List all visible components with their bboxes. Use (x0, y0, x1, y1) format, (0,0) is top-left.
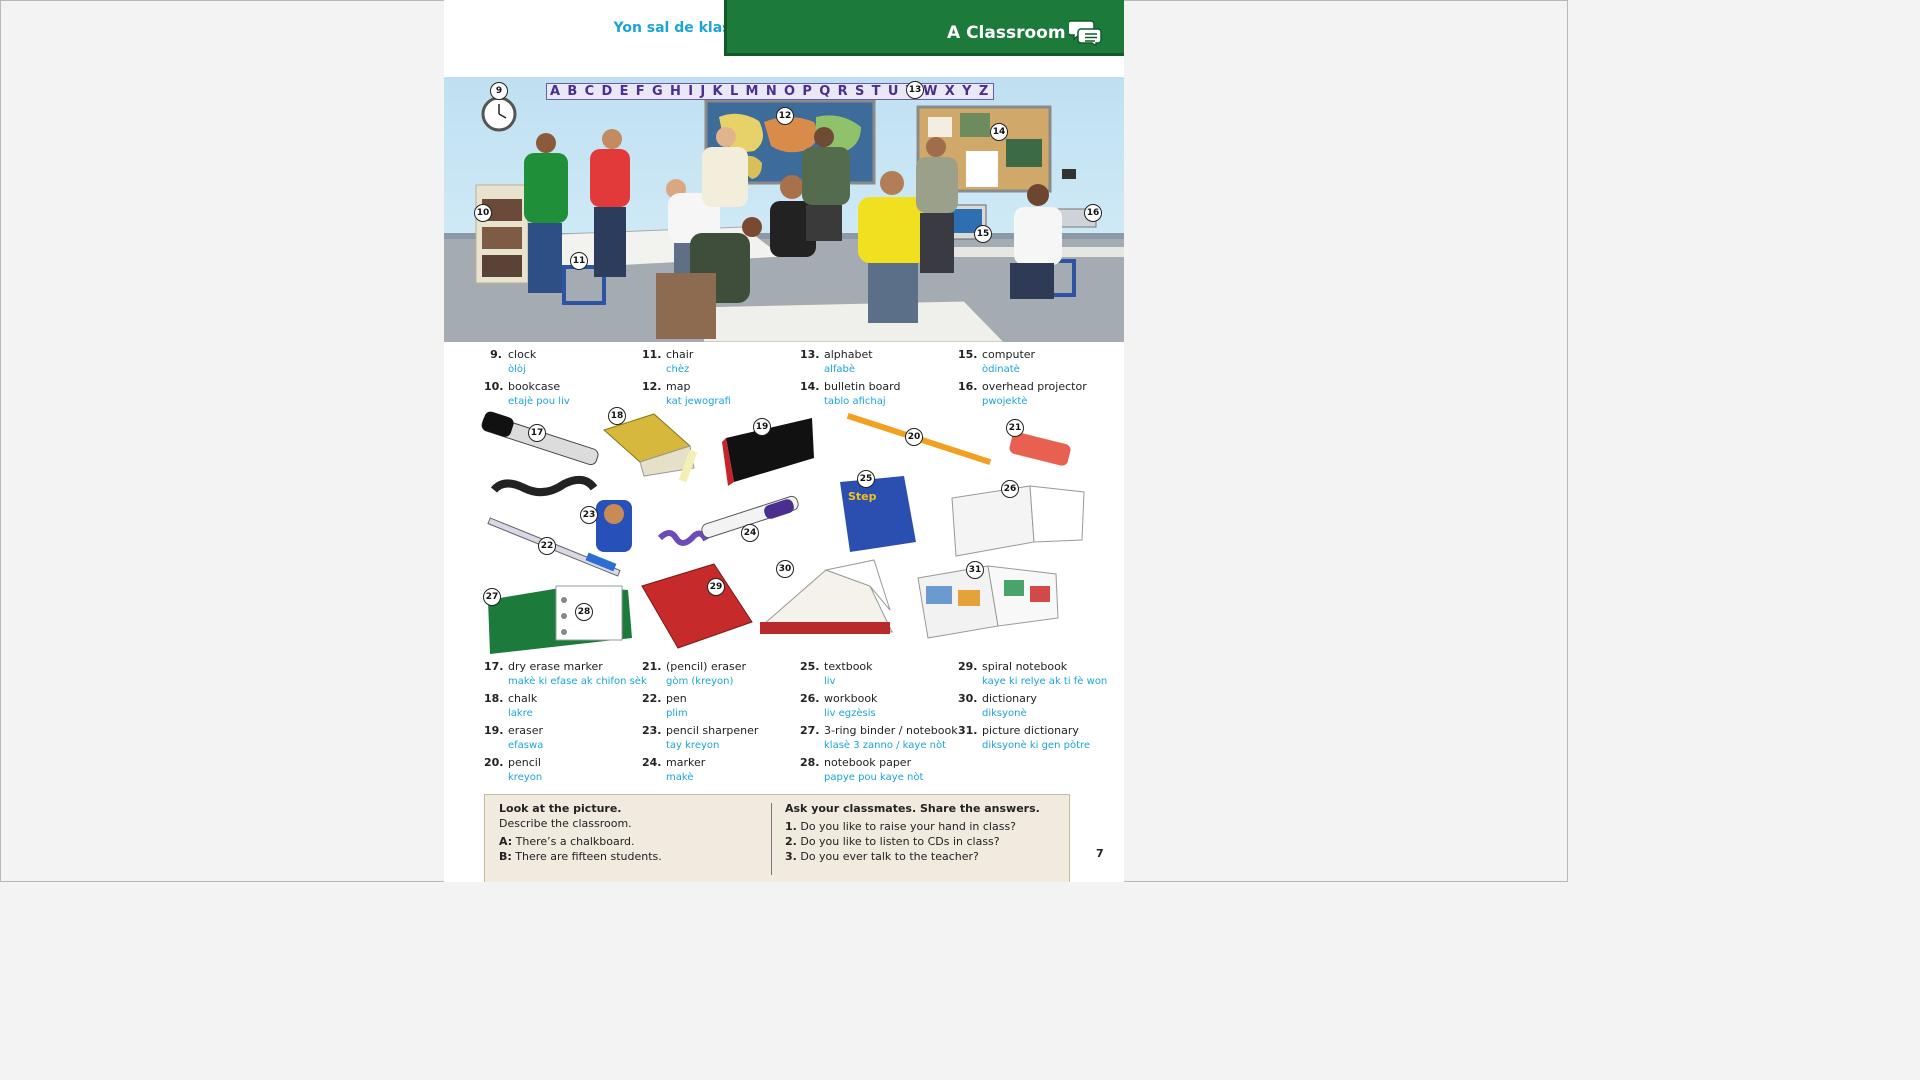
activity-box: Look at the picture. Describe the classr… (484, 794, 1070, 882)
callout-12: 12 (776, 107, 794, 125)
workbook-image (951, 485, 1085, 557)
callout-13: 13 (906, 81, 924, 99)
callout-27: 27 (483, 588, 501, 606)
callout-18: 18 (608, 407, 626, 425)
page-title: A Classroom (947, 23, 1066, 43)
callout-21: 21 (1006, 419, 1024, 437)
speaker-a-text: There’s a chalkboard. (515, 835, 635, 848)
box-divider (771, 803, 772, 875)
speaker-b-text: There are fifteen students. (515, 850, 662, 863)
callout-19: 19 (753, 418, 771, 436)
ask-heading: Ask your classmates. Share the answers. (785, 802, 1040, 815)
textbook-image: Step (840, 476, 916, 552)
callout-20: 20 (905, 428, 923, 446)
callout-14: 14 (990, 123, 1008, 141)
textbook-page: Yon sal de klas A Classroom A B C D E F … (444, 0, 1124, 882)
callout-17: 17 (528, 424, 546, 442)
callout-10: 10 (474, 204, 492, 222)
classroom-illustration: A B C D E F G H I J K L M N O P Q R S T … (444, 77, 1124, 342)
look-at-picture-section: Look at the picture. Describe the classr… (499, 801, 759, 864)
school-supplies-illustration: Step (481, 411, 1085, 654)
callout-31: 31 (966, 561, 984, 579)
callout-26: 26 (1001, 480, 1019, 498)
callout-29: 29 (707, 578, 725, 596)
callout-15: 15 (974, 225, 992, 243)
callout-23: 23 (580, 506, 598, 524)
picture-dictionary-image (917, 565, 1059, 639)
haitian-title: Yon sal de klas (613, 20, 731, 36)
question-item: 2. Do you like to listen to CDs in class… (785, 835, 1000, 848)
spiral-notebook-image (641, 563, 753, 649)
header-banner: A Classroom (724, 0, 1124, 56)
ring-binder-image (488, 585, 632, 654)
question-item: 3. Do you ever talk to the teacher? (785, 850, 979, 863)
callout-11: 11 (570, 252, 588, 270)
alphabet-strip: A B C D E F G H I J K L M N O P Q R S T … (546, 83, 994, 100)
speaker-b-label: B: (499, 850, 512, 863)
ask-classmates-section: Ask your classmates. Share the answers. … (785, 801, 1065, 864)
callout-22: 22 (538, 537, 556, 555)
callout-9: 9 (490, 82, 508, 100)
question-item: 1. Do you like to raise your hand in cla… (785, 820, 1017, 833)
callout-30: 30 (776, 560, 794, 578)
callout-24: 24 (741, 524, 759, 542)
callout-25: 25 (857, 470, 875, 488)
dry-erase-marker-image (481, 411, 599, 497)
page-number: 7 (1096, 847, 1104, 860)
look-subheading: Describe the classroom. (499, 817, 632, 830)
look-heading: Look at the picture. (499, 802, 622, 815)
speaker-a-label: A: (499, 835, 513, 848)
callout-28: 28 (575, 603, 593, 621)
chat-bubbles-icon (1069, 20, 1102, 46)
marker-image (657, 495, 799, 546)
pencil-sharpener-image (596, 500, 632, 552)
callout-16: 16 (1084, 204, 1102, 222)
textbook-cover-title: Step (848, 490, 877, 503)
